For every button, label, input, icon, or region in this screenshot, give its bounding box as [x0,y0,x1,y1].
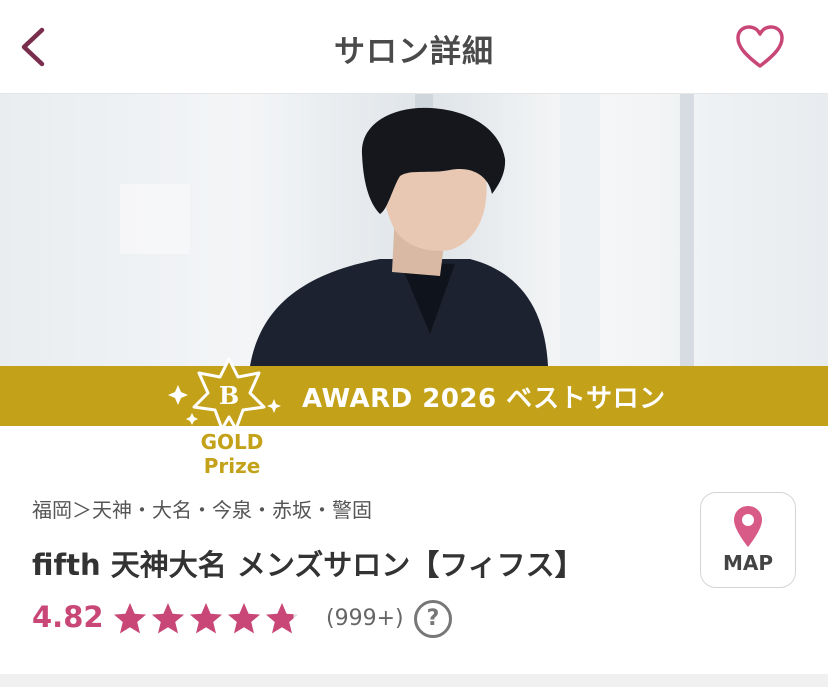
award-text: AWARD 2026 ベストサロン [302,384,666,414]
salon-area-breadcrumb[interactable]: 福岡＞天神・大名・今泉・赤坂・警固 [32,494,372,523]
page-title: サロン詳細 [334,34,494,70]
gold-prize-label: GOLD Prize [200,430,264,478]
rating-star-icon [114,603,146,634]
salon-name: fifth 天神大名 メンズサロン【フィフス】 [32,548,584,582]
salon-hero-image [0,94,828,366]
award-banner: AWARD 2026 ベストサロン [0,366,828,426]
section-divider [0,674,828,687]
rating-score: 4.82 [32,600,104,634]
review-count[interactable]: (999+) [326,606,404,631]
badge-letter: B [219,381,239,410]
rating-star-icon [266,603,298,634]
award-star-badge-icon: B [168,357,281,431]
hero-photo [120,94,694,366]
map-pin-icon [734,506,762,547]
map-button[interactable]: MAP [700,492,796,588]
help-icon[interactable]: ? [414,600,452,638]
map-button-label: MAP [722,551,774,575]
rating-star-icon [152,603,184,634]
app-header: サロン詳細 [0,0,828,94]
rating-stars [112,601,300,637]
heart-outline-icon[interactable] [734,22,786,74]
rating-star-icon [190,603,222,634]
rating-star-icon [228,603,260,634]
